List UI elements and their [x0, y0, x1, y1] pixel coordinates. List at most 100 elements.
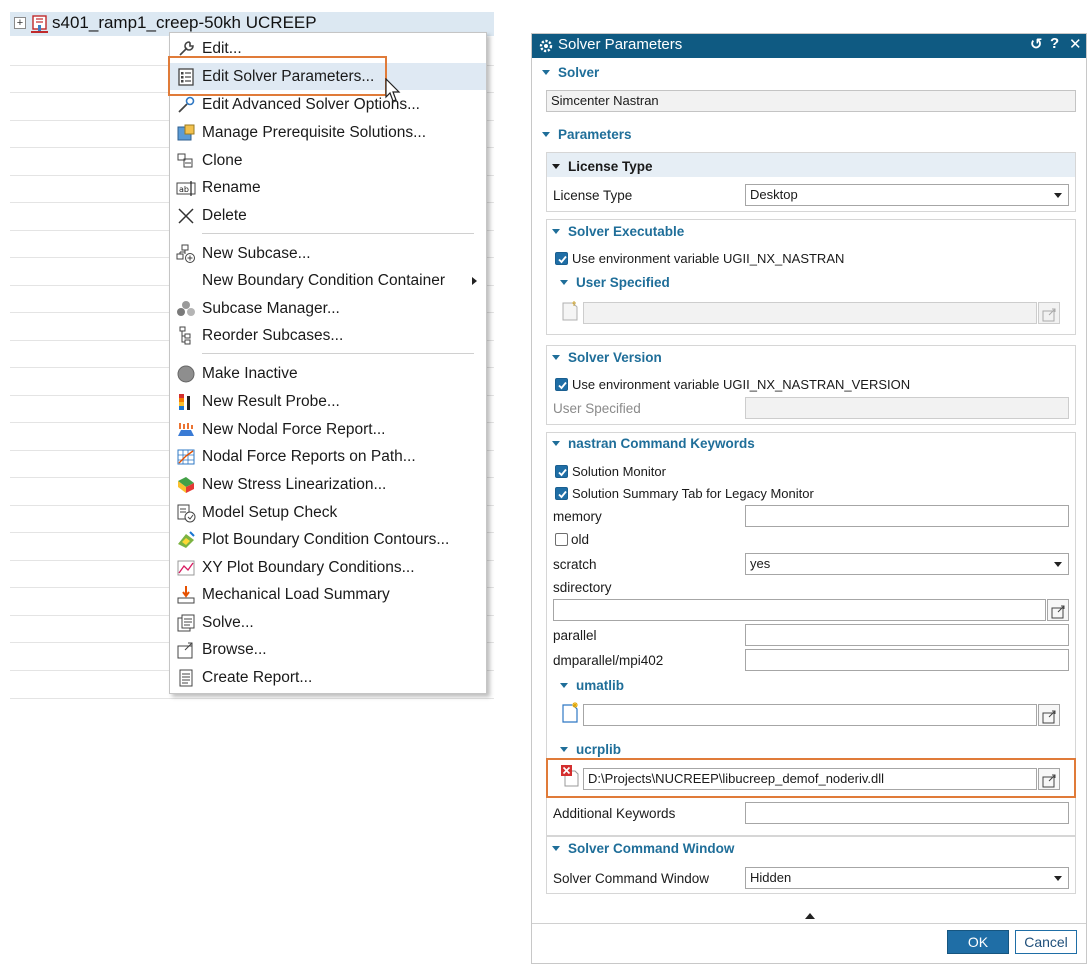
menu-item-label: New Subcase...	[202, 245, 311, 262]
menu-item-label: New Stress Linearization...	[202, 476, 387, 493]
solver-executable-header[interactable]: Solver Executable	[552, 224, 684, 239]
section-parameters-header[interactable]: Parameters	[542, 127, 632, 142]
delete-icon	[176, 206, 196, 226]
menu-item-new-subcase[interactable]: New Subcase...	[170, 240, 486, 267]
menu-item-new-nodal-force-report[interactable]: New Nodal Force Report...	[170, 416, 486, 443]
exe-user-specified-header[interactable]: User Specified	[560, 275, 670, 290]
menu-item-label: Solve...	[202, 614, 254, 631]
license-type-select[interactable]: Desktop	[745, 184, 1069, 206]
new-subcase-icon	[176, 244, 196, 264]
advanced-wrench-icon	[176, 95, 196, 115]
dialog-title: Solver Parameters	[558, 36, 683, 53]
report-icon	[176, 668, 196, 688]
menu-item-delete[interactable]: Delete	[170, 202, 486, 229]
solution-monitor-checkbox[interactable]	[555, 465, 568, 478]
env-nastran-checkbox[interactable]	[555, 252, 568, 265]
close-icon[interactable]: ✕	[1069, 35, 1082, 53]
exe-browse-button[interactable]	[1038, 302, 1060, 324]
solver-version-header[interactable]: Solver Version	[552, 350, 662, 365]
section-solver-header[interactable]: Solver	[542, 65, 599, 80]
model-check-icon	[176, 503, 196, 523]
menu-item-label: Delete	[202, 207, 247, 224]
gear-icon	[538, 38, 554, 54]
menu-item-edit-advanced-solver-options[interactable]: Edit Advanced Solver Options...	[170, 91, 486, 118]
umatlib-input[interactable]	[583, 704, 1037, 726]
ucrplib-browse-button[interactable]	[1038, 768, 1060, 790]
menu-item-label: Nodal Force Reports on Path...	[202, 448, 416, 465]
umatlib-browse-button[interactable]	[1038, 704, 1060, 726]
env-nastran-version-checkbox[interactable]	[555, 378, 568, 391]
menu-item-nodal-force-reports-on-path[interactable]: Nodal Force Reports on Path...	[170, 443, 486, 470]
plot-contours-icon	[176, 530, 196, 550]
dmparallel-label: dmparallel/mpi402	[553, 653, 664, 668]
menu-item-label: New Nodal Force Report...	[202, 421, 386, 438]
solver-command-window-select[interactable]: Hidden	[745, 867, 1069, 889]
memory-input[interactable]	[745, 505, 1069, 527]
dmparallel-input[interactable]	[745, 649, 1069, 671]
menu-item-edit-solver-parameters[interactable]: Edit Solver Parameters...	[170, 63, 486, 90]
menu-item-solve[interactable]: Solve...	[170, 609, 486, 636]
menu-item-model-setup-check[interactable]: Model Setup Check	[170, 499, 486, 526]
menu-item-new-stress-linearization[interactable]: New Stress Linearization...	[170, 471, 486, 498]
sdirectory-input[interactable]	[553, 599, 1046, 621]
menu-item-clone[interactable]: Clone	[170, 147, 486, 174]
xy-plot-icon	[176, 558, 196, 578]
menu-item-edit[interactable]: Edit...	[170, 35, 486, 62]
rename-icon: ab	[176, 178, 196, 198]
menu-item-browse[interactable]: Browse...	[170, 636, 486, 663]
clone-icon	[176, 151, 196, 171]
load-summary-icon	[176, 585, 196, 605]
menu-item-mechanical-load-summary[interactable]: Mechanical Load Summary	[170, 581, 486, 608]
license-type-label: License Type	[553, 188, 633, 203]
menu-item-label: New Result Probe...	[202, 393, 340, 410]
nodal-path-icon	[176, 447, 196, 467]
menu-item-plot-boundary-condition-contours[interactable]: Plot Boundary Condition Contours...	[170, 526, 486, 553]
ok-button[interactable]: OK	[947, 930, 1009, 954]
old-label: old	[571, 532, 590, 547]
menu-item-manage-prerequisite-solutions[interactable]: Manage Prerequisite Solutions...	[170, 119, 486, 146]
ucrplib-header[interactable]: ucrplib	[560, 742, 621, 757]
menu-item-new-boundary-condition-container[interactable]: New Boundary Condition Container	[170, 267, 486, 294]
mouse-cursor-icon	[385, 77, 403, 104]
nodal-force-icon	[176, 420, 196, 440]
menu-item-rename[interactable]: ab Rename	[170, 174, 486, 201]
reorder-icon	[176, 326, 196, 346]
env-nastran-label: Use environment variable UGII_NX_NASTRAN	[572, 251, 845, 266]
reset-icon[interactable]: ↺	[1030, 35, 1043, 53]
menu-item-label: Manage Prerequisite Solutions...	[202, 124, 427, 141]
solver-command-window-label: Solver Command Window	[553, 871, 710, 886]
ucrplib-input[interactable]: D:\Projects\NUCREEP\libucreep_demof_node…	[583, 768, 1037, 790]
cancel-button[interactable]: Cancel	[1015, 930, 1077, 954]
inactive-circle-icon	[176, 364, 196, 384]
menu-item-label: Model Setup Check	[202, 504, 338, 521]
scratch-select[interactable]: yes	[745, 553, 1069, 575]
solution-name[interactable]: s401_ramp1_creep-50kh UCREEP	[52, 13, 317, 33]
menu-item-make-inactive[interactable]: Make Inactive	[170, 360, 486, 387]
nastran-keywords-header[interactable]: nastran Command Keywords	[552, 436, 755, 451]
old-checkbox[interactable]	[555, 533, 568, 546]
menu-item-xy-plot-boundary-conditions[interactable]: XY Plot Boundary Conditions...	[170, 554, 486, 581]
menu-item-subcase-manager[interactable]: Subcase Manager...	[170, 295, 486, 322]
solver-name-field: Simcenter Nastran	[546, 90, 1076, 112]
solver-command-window-header[interactable]: Solver Command Window	[552, 841, 734, 856]
tree-expand-toggle[interactable]: +	[14, 17, 26, 29]
menu-item-reorder-subcases[interactable]: Reorder Subcases...	[170, 322, 486, 349]
additional-keywords-input[interactable]	[745, 802, 1069, 824]
sdirectory-browse-button[interactable]	[1047, 599, 1069, 621]
dialog-titlebar[interactable]: Solver Parameters ↺ ? ✕	[532, 34, 1086, 58]
file-new-icon	[561, 702, 581, 724]
help-icon[interactable]: ?	[1050, 35, 1059, 52]
menu-item-new-result-probe[interactable]: New Result Probe...	[170, 388, 486, 415]
env-nastran-version-label: Use environment variable UGII_NX_NASTRAN…	[572, 377, 911, 392]
prerequisite-icon	[176, 123, 196, 143]
umatlib-header[interactable]: umatlib	[560, 678, 624, 693]
footer-divider	[532, 923, 1086, 924]
parallel-input[interactable]	[745, 624, 1069, 646]
solution-icon	[30, 14, 50, 34]
menu-item-create-report[interactable]: Create Report...	[170, 664, 486, 691]
collapse-up-icon[interactable]	[805, 913, 815, 919]
summary-tab-checkbox[interactable]	[555, 487, 568, 500]
menu-item-label: New Boundary Condition Container	[202, 272, 445, 289]
exe-path-field	[583, 302, 1037, 324]
license-type-header[interactable]: License Type	[552, 159, 653, 174]
